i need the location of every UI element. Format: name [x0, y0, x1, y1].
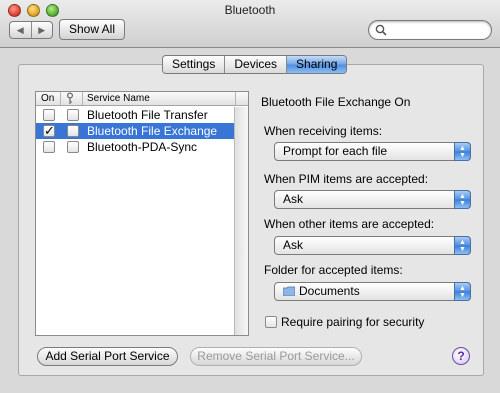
remove-serial-port-service-button[interactable]: Remove Serial Port Service...: [190, 347, 362, 366]
tab-devices[interactable]: Devices: [225, 56, 288, 73]
service-key-checkbox[interactable]: [67, 125, 79, 137]
require-pairing-checkbox[interactable]: [265, 316, 277, 328]
column-header-on[interactable]: On: [41, 93, 54, 104]
back-arrow-icon[interactable]: ◀: [10, 22, 32, 38]
pim-items-label: When PIM items are accepted:: [264, 172, 429, 186]
search-icon: [375, 24, 387, 36]
receiving-items-popup[interactable]: Prompt for each file ▲ ▼: [274, 142, 471, 161]
checkmark-icon: ✓: [44, 123, 55, 138]
folder-value: Documents: [299, 284, 360, 298]
other-items-label: When other items are accepted:: [264, 217, 435, 231]
add-serial-port-service-button[interactable]: Add Serial Port Service: [37, 347, 178, 366]
popup-arrows-icon: ▲ ▼: [454, 236, 471, 255]
tab-settings[interactable]: Settings: [163, 56, 226, 73]
folder-label: Folder for accepted items:: [264, 263, 403, 277]
require-pairing-label[interactable]: Require pairing for security: [281, 315, 424, 329]
receiving-items-label: When receiving items:: [264, 124, 383, 138]
table-row-selected[interactable]: ✓ Bluetooth File Exchange: [36, 123, 235, 139]
table-scrollbar[interactable]: [234, 107, 248, 335]
key-icon[interactable]: [65, 92, 75, 105]
service-key-checkbox[interactable]: [67, 141, 79, 153]
column-divider: [235, 92, 236, 105]
table-header: On Service Name: [36, 92, 248, 106]
title-bar: Bluetooth ◀ ▶ Show All: [0, 0, 500, 48]
service-key-checkbox[interactable]: [67, 109, 79, 121]
service-name: Bluetooth File Transfer: [87, 108, 208, 122]
window-title: Bluetooth: [224, 3, 276, 17]
folder-popup[interactable]: Documents ▲ ▼: [274, 282, 471, 301]
pim-items-value: Ask: [283, 192, 304, 206]
search-field[interactable]: [368, 20, 492, 40]
other-items-value: Ask: [283, 238, 304, 252]
table-row[interactable]: Bluetooth-PDA-Sync: [36, 139, 235, 155]
back-forward-control: ◀ ▶: [9, 21, 53, 39]
tab-sharing[interactable]: Sharing: [287, 56, 347, 73]
service-table: On Service Name Bluetooth File Transfer …: [35, 91, 249, 336]
popup-arrows-icon: ▲ ▼: [454, 190, 471, 209]
show-all-button[interactable]: Show All: [59, 19, 125, 40]
service-name: Bluetooth-PDA-Sync: [87, 140, 198, 154]
pim-items-popup[interactable]: Ask ▲ ▼: [274, 190, 471, 209]
service-status-heading: Bluetooth File Exchange On: [261, 95, 411, 109]
table-row[interactable]: Bluetooth File Transfer: [36, 107, 235, 123]
other-items-popup[interactable]: Ask ▲ ▼: [274, 236, 471, 255]
forward-arrow-icon[interactable]: ▶: [32, 22, 53, 38]
service-on-checkbox[interactable]: ✓: [43, 123, 55, 138]
tab-bar: Settings Devices Sharing: [162, 55, 348, 74]
popup-arrows-icon: ▲ ▼: [454, 142, 471, 161]
service-on-checkbox[interactable]: [43, 141, 55, 153]
help-button[interactable]: ?: [452, 347, 470, 365]
receiving-items-value: Prompt for each file: [283, 144, 388, 158]
column-divider: [60, 92, 61, 105]
folder-icon: [283, 286, 295, 296]
popup-arrows-icon: ▲ ▼: [454, 282, 471, 301]
service-on-checkbox[interactable]: [43, 109, 55, 121]
column-divider: [82, 92, 83, 105]
column-header-service-name[interactable]: Service Name: [87, 93, 150, 104]
service-name: Bluetooth File Exchange: [87, 124, 218, 138]
